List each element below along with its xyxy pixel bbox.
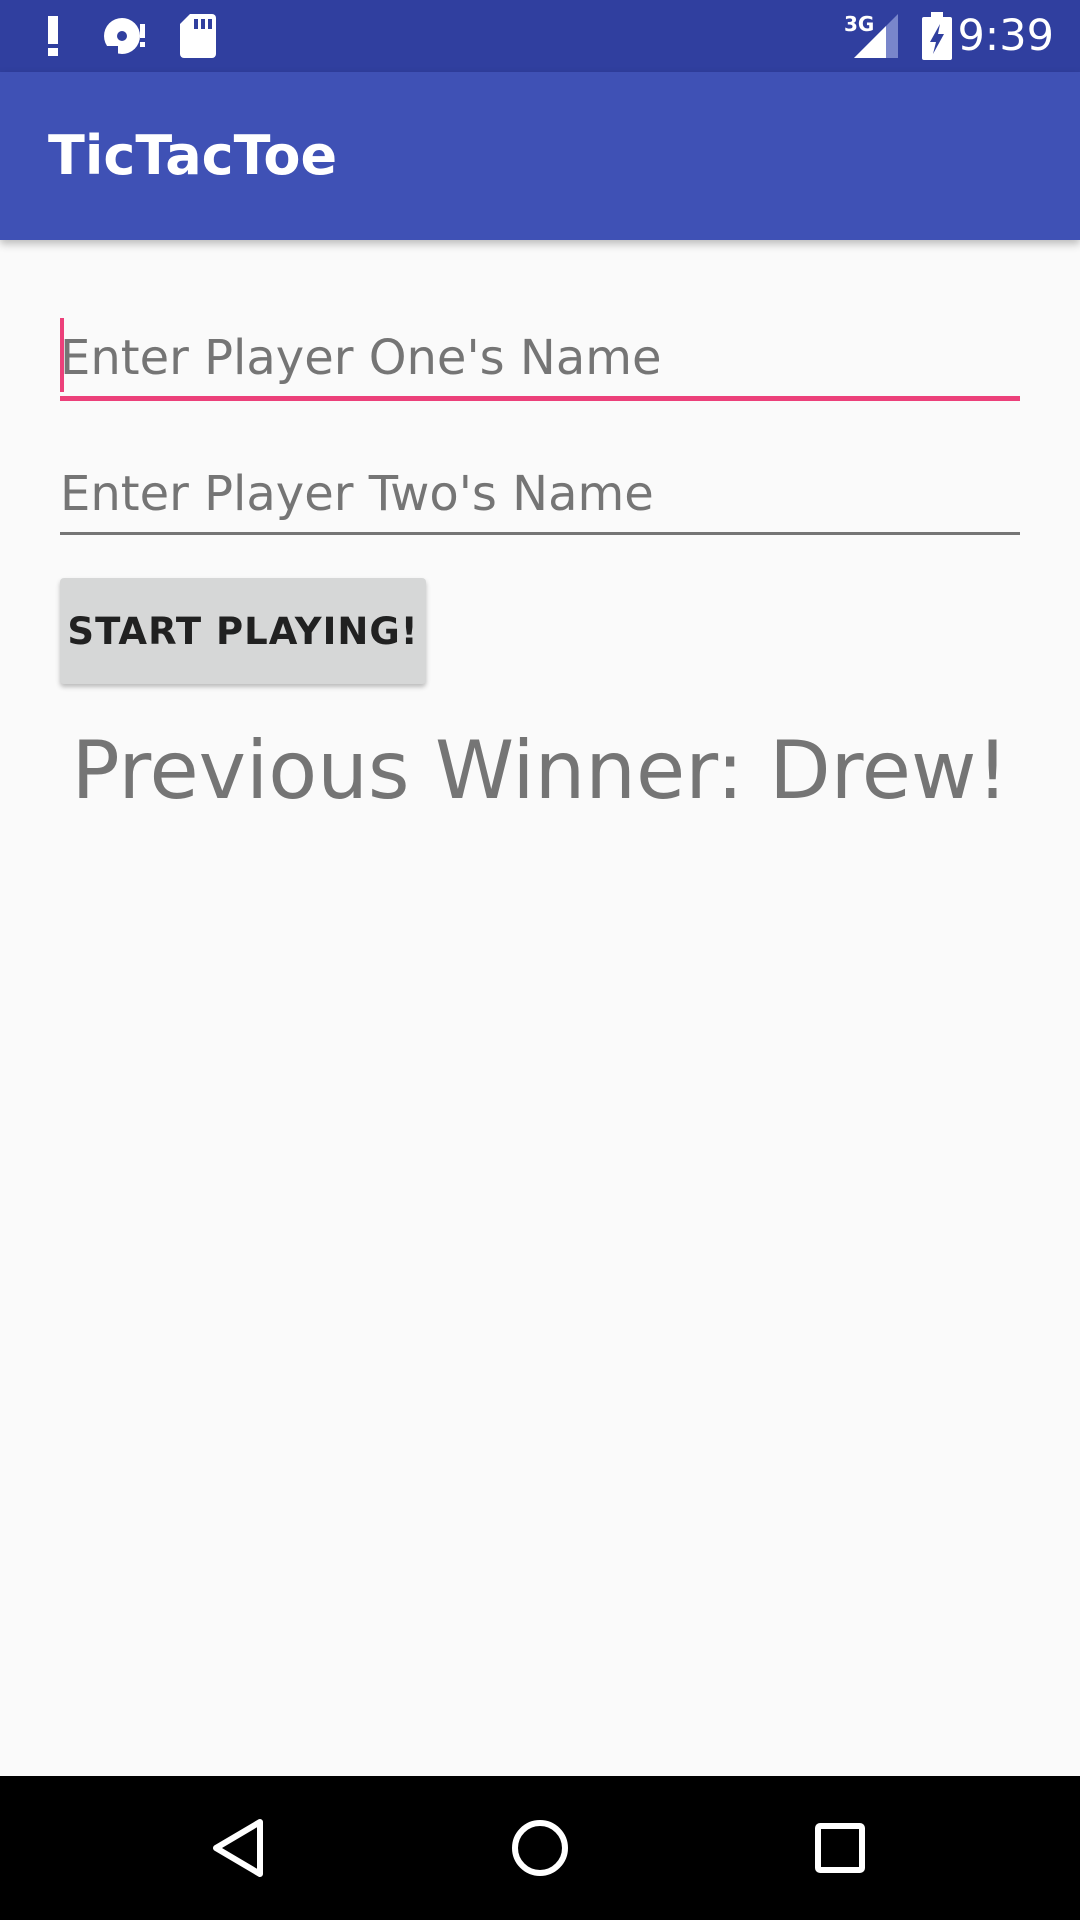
player-one-underline <box>60 396 1020 401</box>
status-bar: 3G 9:39 <box>0 0 1080 72</box>
navigation-bar <box>0 1776 1080 1920</box>
player-two-input[interactable] <box>60 452 1020 536</box>
disc-icon <box>102 16 148 60</box>
player-two-underline <box>60 532 1020 535</box>
start-playing-button[interactable]: START PLAYING! <box>60 578 426 684</box>
app-bar: TicTacToe <box>0 72 1080 240</box>
player-one-field[interactable] <box>60 316 1020 406</box>
player-two-field[interactable] <box>60 452 1020 542</box>
battery-charging-icon <box>922 12 952 64</box>
back-icon[interactable] <box>200 1808 280 1888</box>
sd-card-icon <box>180 14 216 62</box>
home-icon[interactable] <box>500 1808 580 1888</box>
alert-icon <box>46 16 60 60</box>
recents-icon[interactable] <box>800 1808 880 1888</box>
previous-winner-text: Previous Winner: Drew! <box>71 724 1009 817</box>
text-cursor <box>60 318 64 392</box>
app-title: TicTacToe <box>48 124 338 187</box>
screen: 3G 9:39 TicTacToe START PLAYING! <box>0 0 1080 1920</box>
status-time: 9:39 <box>957 11 1054 61</box>
player-one-input[interactable] <box>60 316 1020 400</box>
signal-icon <box>854 14 898 62</box>
